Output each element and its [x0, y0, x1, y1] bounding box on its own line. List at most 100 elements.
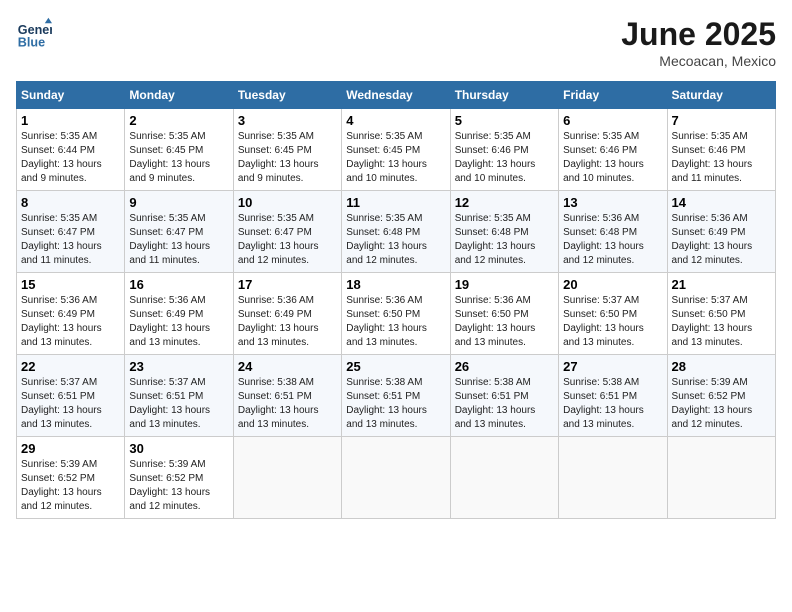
- calendar-cell: 13 Sunrise: 5:36 AMSunset: 6:48 PMDayligh…: [559, 191, 667, 273]
- calendar-cell: 8 Sunrise: 5:35 AMSunset: 6:47 PMDaylight…: [17, 191, 125, 273]
- calendar-cell: 7Sunrise: 5:35 AMSunset: 6:46 PMDaylight…: [667, 109, 775, 191]
- day-number: 7: [672, 113, 771, 128]
- day-info: Sunrise: 5:39 AMSunset: 6:52 PMDaylight:…: [672, 377, 753, 430]
- day-info: Sunrise: 5:35 AMSunset: 6:46 PMDaylight:…: [563, 131, 644, 184]
- calendar-cell: 6 Sunrise: 5:35 AMSunset: 6:46 PMDaylight…: [559, 109, 667, 191]
- calendar-table: SundayMondayTuesdayWednesdayThursdayFrid…: [16, 81, 776, 519]
- location-title: Mecoacan, Mexico: [621, 53, 776, 69]
- calendar-cell: [450, 437, 558, 519]
- day-info: Sunrise: 5:35 AMSunset: 6:45 PMDaylight:…: [238, 131, 319, 184]
- day-info: Sunrise: 5:36 AMSunset: 6:49 PMDaylight:…: [129, 295, 210, 348]
- calendar-row: 22 Sunrise: 5:37 AMSunset: 6:51 PMDayligh…: [17, 355, 776, 437]
- calendar-cell: 3 Sunrise: 5:35 AMSunset: 6:45 PMDaylight…: [233, 109, 341, 191]
- day-number: 24: [238, 359, 337, 374]
- day-info: Sunrise: 5:39 AMSunset: 6:52 PMDaylight:…: [129, 459, 210, 512]
- day-number: 29: [21, 441, 120, 456]
- day-number: 16: [129, 277, 228, 292]
- column-header-wednesday: Wednesday: [342, 82, 450, 109]
- day-info: Sunrise: 5:36 AMSunset: 6:50 PMDaylight:…: [455, 295, 536, 348]
- calendar-cell: 20 Sunrise: 5:37 AMSunset: 6:50 PMDayligh…: [559, 273, 667, 355]
- day-info: Sunrise: 5:38 AMSunset: 6:51 PMDaylight:…: [455, 377, 536, 430]
- calendar-cell: 29 Sunrise: 5:39 AMSunset: 6:52 PMDayligh…: [17, 437, 125, 519]
- calendar-cell: 5 Sunrise: 5:35 AMSunset: 6:46 PMDaylight…: [450, 109, 558, 191]
- calendar-cell: 2 Sunrise: 5:35 AMSunset: 6:45 PMDaylight…: [125, 109, 233, 191]
- day-info: Sunrise: 5:37 AMSunset: 6:51 PMDaylight:…: [21, 377, 102, 430]
- day-number: 15: [21, 277, 120, 292]
- calendar-cell: [667, 437, 775, 519]
- day-info: Sunrise: 5:38 AMSunset: 6:51 PMDaylight:…: [563, 377, 644, 430]
- day-number: 2: [129, 113, 228, 128]
- calendar-cell: 10 Sunrise: 5:35 AMSunset: 6:47 PMDayligh…: [233, 191, 341, 273]
- day-info: Sunrise: 5:37 AMSunset: 6:51 PMDaylight:…: [129, 377, 210, 430]
- column-header-sunday: Sunday: [17, 82, 125, 109]
- day-info: Sunrise: 5:35 AMSunset: 6:45 PMDaylight:…: [129, 131, 210, 184]
- day-info: Sunrise: 5:35 AMSunset: 6:44 PMDaylight:…: [21, 131, 102, 184]
- day-number: 13: [563, 195, 662, 210]
- day-number: 23: [129, 359, 228, 374]
- calendar-cell: 21Sunrise: 5:37 AMSunset: 6:50 PMDayligh…: [667, 273, 775, 355]
- day-info: Sunrise: 5:39 AMSunset: 6:52 PMDaylight:…: [21, 459, 102, 512]
- svg-text:Blue: Blue: [18, 36, 45, 50]
- title-area: June 2025 Mecoacan, Mexico: [621, 16, 776, 69]
- logo: General Blue: [16, 16, 52, 52]
- calendar-cell: 17Sunrise: 5:36 AMSunset: 6:49 PMDayligh…: [233, 273, 341, 355]
- column-header-saturday: Saturday: [667, 82, 775, 109]
- day-number: 1: [21, 113, 120, 128]
- day-info: Sunrise: 5:36 AMSunset: 6:49 PMDaylight:…: [238, 295, 319, 348]
- day-info: Sunrise: 5:36 AMSunset: 6:49 PMDaylight:…: [672, 213, 753, 266]
- calendar-cell: [342, 437, 450, 519]
- day-number: 5: [455, 113, 554, 128]
- day-info: Sunrise: 5:35 AMSunset: 6:48 PMDaylight:…: [455, 213, 536, 266]
- calendar-cell: [559, 437, 667, 519]
- day-info: Sunrise: 5:35 AMSunset: 6:45 PMDaylight:…: [346, 131, 427, 184]
- day-number: 12: [455, 195, 554, 210]
- calendar-cell: 25 Sunrise: 5:38 AMSunset: 6:51 PMDayligh…: [342, 355, 450, 437]
- day-number: 11: [346, 195, 445, 210]
- calendar-row: 29 Sunrise: 5:39 AMSunset: 6:52 PMDayligh…: [17, 437, 776, 519]
- calendar-cell: 14Sunrise: 5:36 AMSunset: 6:49 PMDayligh…: [667, 191, 775, 273]
- day-info: Sunrise: 5:35 AMSunset: 6:46 PMDaylight:…: [455, 131, 536, 184]
- calendar-cell: 1 Sunrise: 5:35 AMSunset: 6:44 PMDaylight…: [17, 109, 125, 191]
- day-info: Sunrise: 5:36 AMSunset: 6:49 PMDaylight:…: [21, 295, 102, 348]
- day-number: 28: [672, 359, 771, 374]
- day-info: Sunrise: 5:36 AMSunset: 6:48 PMDaylight:…: [563, 213, 644, 266]
- day-number: 10: [238, 195, 337, 210]
- calendar-cell: 28 Sunrise: 5:39 AMSunset: 6:52 PMDayligh…: [667, 355, 775, 437]
- day-info: Sunrise: 5:35 AMSunset: 6:47 PMDaylight:…: [129, 213, 210, 266]
- day-number: 30: [129, 441, 228, 456]
- logo-icon: General Blue: [16, 16, 52, 52]
- calendar-body: 1 Sunrise: 5:35 AMSunset: 6:44 PMDaylight…: [17, 109, 776, 519]
- calendar-cell: 11Sunrise: 5:35 AMSunset: 6:48 PMDayligh…: [342, 191, 450, 273]
- day-number: 8: [21, 195, 120, 210]
- day-info: Sunrise: 5:37 AMSunset: 6:50 PMDaylight:…: [563, 295, 644, 348]
- day-number: 9: [129, 195, 228, 210]
- day-number: 3: [238, 113, 337, 128]
- day-number: 4: [346, 113, 445, 128]
- day-number: 27: [563, 359, 662, 374]
- calendar-cell: 12 Sunrise: 5:35 AMSunset: 6:48 PMDayligh…: [450, 191, 558, 273]
- day-info: Sunrise: 5:37 AMSunset: 6:50 PMDaylight:…: [672, 295, 753, 348]
- day-info: Sunrise: 5:35 AMSunset: 6:47 PMDaylight:…: [21, 213, 102, 266]
- day-number: 25: [346, 359, 445, 374]
- day-number: 26: [455, 359, 554, 374]
- calendar-header-row: SundayMondayTuesdayWednesdayThursdayFrid…: [17, 82, 776, 109]
- calendar-cell: 15 Sunrise: 5:36 AMSunset: 6:49 PMDayligh…: [17, 273, 125, 355]
- calendar-cell: 22 Sunrise: 5:37 AMSunset: 6:51 PMDayligh…: [17, 355, 125, 437]
- day-info: Sunrise: 5:38 AMSunset: 6:51 PMDaylight:…: [346, 377, 427, 430]
- calendar-cell: 4 Sunrise: 5:35 AMSunset: 6:45 PMDaylight…: [342, 109, 450, 191]
- day-number: 22: [21, 359, 120, 374]
- calendar-row: 8 Sunrise: 5:35 AMSunset: 6:47 PMDaylight…: [17, 191, 776, 273]
- column-header-friday: Friday: [559, 82, 667, 109]
- day-info: Sunrise: 5:36 AMSunset: 6:50 PMDaylight:…: [346, 295, 427, 348]
- day-number: 20: [563, 277, 662, 292]
- calendar-cell: 27 Sunrise: 5:38 AMSunset: 6:51 PMDayligh…: [559, 355, 667, 437]
- calendar-cell: 16 Sunrise: 5:36 AMSunset: 6:49 PMDayligh…: [125, 273, 233, 355]
- day-number: 6: [563, 113, 662, 128]
- calendar-cell: 18Sunrise: 5:36 AMSunset: 6:50 PMDayligh…: [342, 273, 450, 355]
- column-header-monday: Monday: [125, 82, 233, 109]
- column-header-thursday: Thursday: [450, 82, 558, 109]
- day-info: Sunrise: 5:35 AMSunset: 6:47 PMDaylight:…: [238, 213, 319, 266]
- calendar-cell: [233, 437, 341, 519]
- month-title: June 2025: [621, 16, 776, 53]
- calendar-row: 15 Sunrise: 5:36 AMSunset: 6:49 PMDayligh…: [17, 273, 776, 355]
